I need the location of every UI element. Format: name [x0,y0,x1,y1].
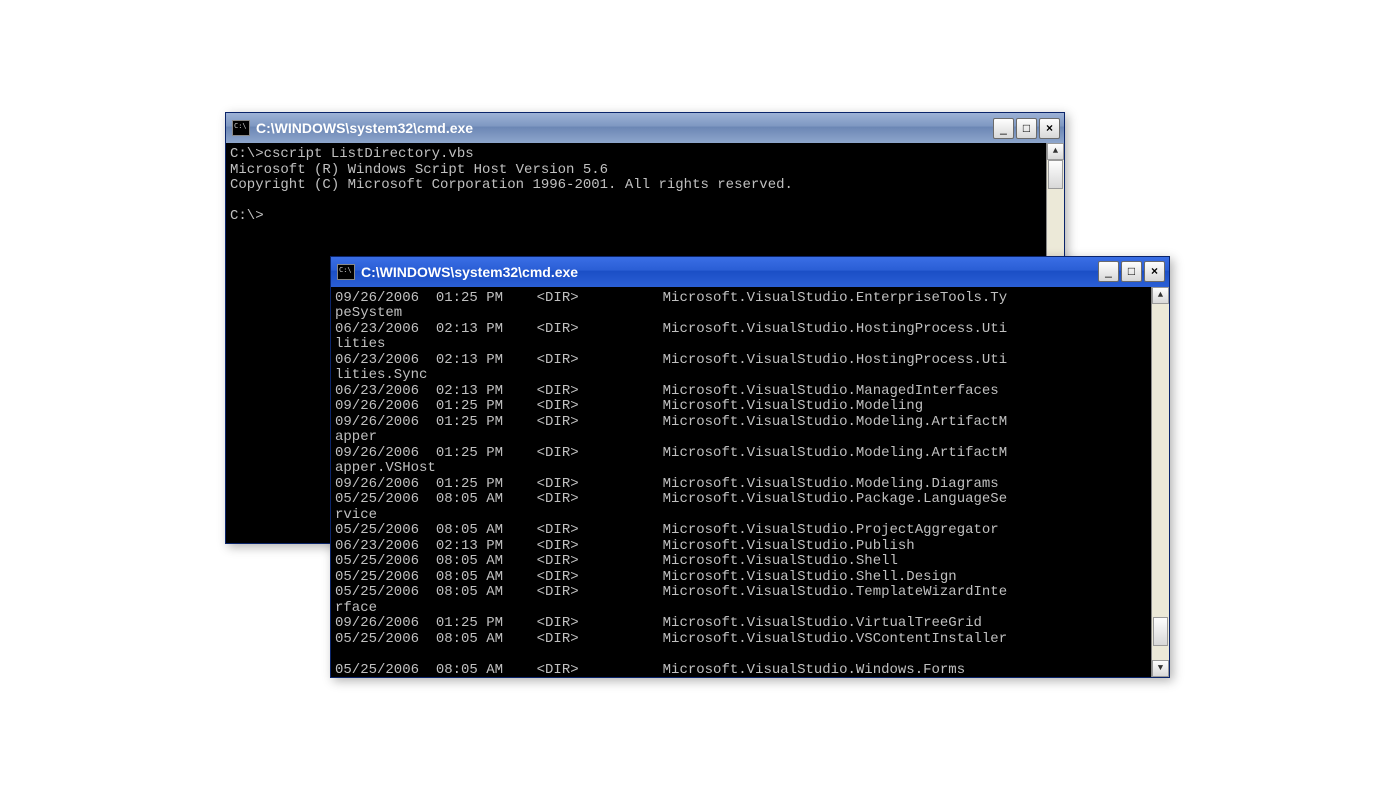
window-title-front: C:\WINDOWS\system32\cmd.exe [361,264,1098,280]
cmd-system-icon[interactable] [337,264,355,280]
window-title-back: C:\WINDOWS\system32\cmd.exe [256,120,993,136]
close-button[interactable]: × [1039,118,1060,139]
scroll-up-arrow-icon[interactable]: ▲ [1047,143,1064,160]
cmd-system-icon[interactable] [232,120,250,136]
client-area-front: 09/26/2006 01:25 PM <DIR> Microsoft.Visu… [331,287,1169,677]
minimize-button[interactable]: _ [1098,261,1119,282]
scroll-thumb-front[interactable] [1153,617,1168,646]
close-button[interactable]: × [1144,261,1165,282]
maximize-button[interactable]: □ [1016,118,1037,139]
titlebar-buttons-back: _ □ × [993,118,1060,139]
minimize-button[interactable]: _ [993,118,1014,139]
scroll-down-arrow-icon[interactable]: ▼ [1152,660,1169,677]
cmd-window-front: C:\WINDOWS\system32\cmd.exe _ □ × 09/26/… [330,256,1170,678]
vertical-scrollbar-front[interactable]: ▲ ▼ [1151,287,1169,677]
scroll-thumb-back[interactable] [1048,160,1063,189]
terminal-output-front[interactable]: 09/26/2006 01:25 PM <DIR> Microsoft.Visu… [331,287,1151,677]
titlebar-buttons-front: _ □ × [1098,261,1165,282]
titlebar-back[interactable]: C:\WINDOWS\system32\cmd.exe _ □ × [226,113,1064,143]
titlebar-front[interactable]: C:\WINDOWS\system32\cmd.exe _ □ × [331,257,1169,287]
scroll-up-arrow-icon[interactable]: ▲ [1152,287,1169,304]
maximize-button[interactable]: □ [1121,261,1142,282]
scroll-track-front[interactable] [1152,304,1169,660]
